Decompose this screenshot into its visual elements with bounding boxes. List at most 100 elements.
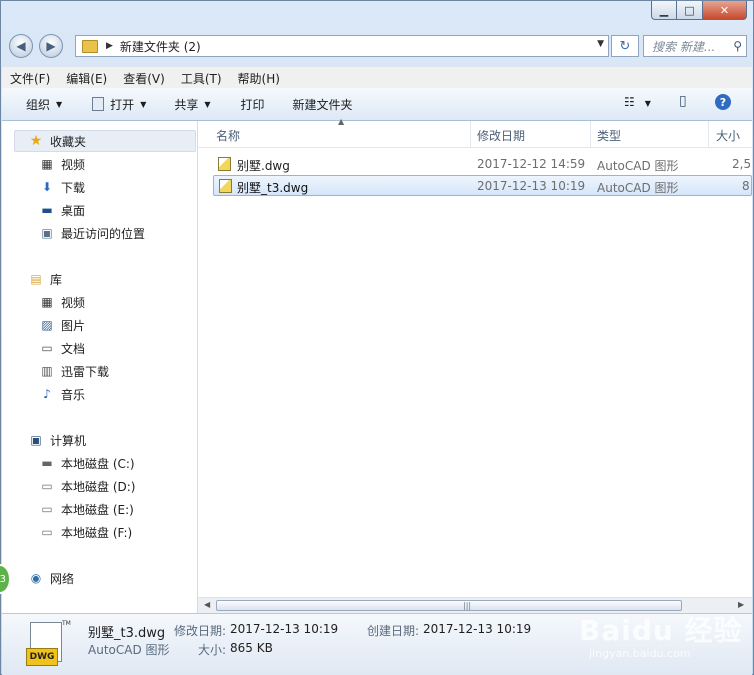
column-header-name[interactable]: 名称 [216, 127, 240, 144]
library-icon: ▤ [30, 272, 42, 286]
sidebar-item-music[interactable]: ♪ 音乐 [39, 384, 85, 404]
scroll-left-icon[interactable]: ◀ [204, 600, 210, 609]
column-header-size[interactable]: 大小 [716, 127, 740, 144]
desktop-icon: ▬ [41, 203, 53, 217]
folder-icon [82, 39, 98, 53]
back-button[interactable]: ◀ [9, 34, 33, 58]
command-bar: 组织 ▼ 打开 ▼ 共享 ▼ 打印 新建文件夹 ☷ ▼ ▯ ? [2, 88, 752, 121]
sidebar-item-label: 桌面 [61, 203, 86, 218]
drive-icon: ▭ [41, 502, 53, 516]
change-view-button[interactable]: ☷ ▼ [624, 95, 651, 109]
sidebar-item-pictures[interactable]: ▨ 图片 [39, 315, 85, 335]
refresh-button[interactable]: ↻ [611, 35, 639, 57]
column-header-modified[interactable]: 修改日期 [477, 127, 525, 144]
folder-doc-icon: ▥ [41, 364, 53, 378]
sidebar-network[interactable]: ◉ 网络 [28, 568, 74, 588]
file-modified: 2017-12-12 14:59 [477, 157, 586, 171]
sidebar-computer[interactable]: ▣ 计算机 [28, 430, 86, 450]
details-modified-value: 2017-12-13 10:19 [230, 622, 339, 636]
file-name: 别墅.dwg [237, 159, 290, 173]
scrollbar-grip: ||| [463, 601, 472, 610]
sidebar-item-label: 视频 [61, 157, 86, 172]
scrollbar-thumb[interactable]: ||| [216, 600, 682, 611]
view-icon: ☷ [624, 95, 635, 109]
drive-icon: ▭ [41, 479, 53, 493]
forward-button[interactable]: ▶ [39, 34, 63, 58]
sidebar-item-desktop[interactable]: ▬ 桌面 [39, 200, 85, 220]
file-modified: 2017-12-13 10:19 [477, 179, 586, 193]
new-folder-button[interactable]: 新建文件夹 [293, 96, 353, 113]
navigation-bar: ◀ ▶ ▶ 新建文件夹 (2) ▼ ↻ 搜索 新建... ⚲ [9, 34, 747, 60]
close-button[interactable]: ✕ [703, 1, 747, 20]
search-icon[interactable]: ⚲ [733, 39, 742, 53]
menu-edit[interactable]: 编辑(E) [58, 70, 115, 87]
sidebar-item-label: 迅雷下载 [61, 364, 110, 379]
help-button[interactable]: ? [715, 94, 731, 110]
sidebar-item-label: 视频 [61, 295, 86, 310]
file-list: ▲ 名称 修改日期 类型 大小 别墅.dwg 2017-12-12 14:59 … [198, 117, 752, 614]
search-input[interactable]: 搜索 新建... ⚲ [643, 35, 747, 57]
sidebar-favorites[interactable]: ★ 收藏夹 [28, 131, 86, 151]
file-name: 别墅_t3.dwg [237, 181, 309, 195]
sidebar-item-drive-f[interactable]: ▭ 本地磁盘 (F:) [39, 522, 132, 542]
sidebar-item-label: 本地磁盘 (F:) [61, 525, 133, 540]
sidebar-item-xunlei-downloads[interactable]: ▥ 迅雷下载 [39, 361, 109, 381]
scroll-right-icon[interactable]: ▶ [738, 600, 744, 609]
sidebar-item-recent-places[interactable]: ▣ 最近访问的位置 [39, 223, 145, 243]
sidebar-item-library-videos[interactable]: ▦ 视频 [39, 292, 85, 312]
file-size: 8 [742, 179, 750, 193]
system-drive-icon: ▬ [41, 456, 53, 470]
menu-view[interactable]: 查看(V) [115, 70, 173, 87]
address-bar[interactable]: ▶ 新建文件夹 (2) ▼ [75, 35, 609, 57]
music-note-icon: ♪ [43, 387, 51, 401]
preview-pane-button[interactable]: ▯ [679, 93, 687, 109]
sidebar-item-label: 本地磁盘 (D:) [61, 479, 136, 494]
share-label: 共享 [174, 97, 199, 112]
menu-help[interactable]: 帮助(H) [230, 70, 288, 87]
sidebar-item-drive-c[interactable]: ▬ 本地磁盘 (C:) [39, 453, 135, 473]
column-divider[interactable] [708, 121, 709, 147]
details-size-label: 大小: [198, 643, 227, 657]
details-modified-label: 修改日期: [174, 624, 227, 638]
menu-file[interactable]: 文件(F) [2, 70, 58, 87]
sidebar-item-documents[interactable]: ▭ 文档 [39, 338, 85, 358]
menu-tools[interactable]: 工具(T) [173, 70, 230, 87]
document-icon: ▭ [41, 341, 53, 355]
sidebar-item-downloads[interactable]: ⬇ 下载 [39, 177, 85, 197]
maximize-button[interactable]: □ [677, 1, 703, 20]
column-divider[interactable] [590, 121, 591, 147]
organize-button[interactable]: 组织 ▼ [26, 96, 62, 113]
menu-bar: 文件(F) 编辑(E) 查看(V) 工具(T) 帮助(H) [2, 66, 752, 89]
column-divider[interactable] [470, 121, 471, 147]
breadcrumb-current-folder[interactable]: 新建文件夹 (2) [120, 38, 201, 55]
sidebar-item-label: 本地磁盘 (C:) [61, 456, 135, 471]
column-header-type[interactable]: 类型 [597, 127, 621, 144]
details-filetype: AutoCAD 图形 [88, 643, 170, 657]
sidebar-item-videos[interactable]: ▦ 视频 [39, 154, 85, 174]
chevron-down-icon: ▼ [204, 99, 211, 109]
details-pane: DWG TM 别墅_t3.dwg AutoCAD 图形 修改日期: 2017-1… [2, 613, 752, 675]
share-button[interactable]: 共享 ▼ [174, 96, 210, 113]
details-size-value: 865 KB [230, 641, 273, 655]
minimize-button[interactable]: ▁ [651, 1, 677, 20]
open-button[interactable]: 打开 ▼ [92, 96, 146, 113]
download-icon: ⬇ [41, 180, 53, 194]
film-icon: ▦ [41, 295, 53, 309]
file-type: AutoCAD 图形 [597, 181, 679, 195]
navigation-pane: ★ 收藏夹 ▦ 视频 ⬇ 下载 ▬ 桌面 ▣ 最近访问的位置 ▤ 库 ▦ 视频 … [2, 121, 198, 613]
file-row[interactable]: 别墅.dwg 2017-12-12 14:59 AutoCAD 图形 2,5 [213, 154, 752, 175]
sidebar-computer-label: 计算机 [50, 433, 87, 448]
sidebar-network-label: 网络 [50, 571, 75, 586]
search-placeholder: 搜索 新建... [652, 39, 716, 54]
sidebar-libraries[interactable]: ▤ 库 [28, 269, 62, 289]
breadcrumb-chevron-icon[interactable]: ▶ [106, 41, 113, 51]
address-dropdown-icon[interactable]: ▼ [597, 39, 604, 49]
sidebar-item-label: 图片 [61, 318, 86, 333]
print-button[interactable]: 打印 [241, 96, 265, 113]
file-row-selected[interactable]: 别墅_t3.dwg 2017-12-13 10:19 AutoCAD 图形 8 [213, 175, 752, 196]
sidebar-item-drive-e[interactable]: ▭ 本地磁盘 (E:) [39, 499, 133, 519]
sort-ascending-icon: ▲ [338, 117, 345, 126]
file-size: 2,5 [732, 157, 752, 171]
horizontal-scrollbar[interactable]: ◀ ||| ▶ [198, 597, 752, 614]
sidebar-item-drive-d[interactable]: ▭ 本地磁盘 (D:) [39, 476, 135, 496]
